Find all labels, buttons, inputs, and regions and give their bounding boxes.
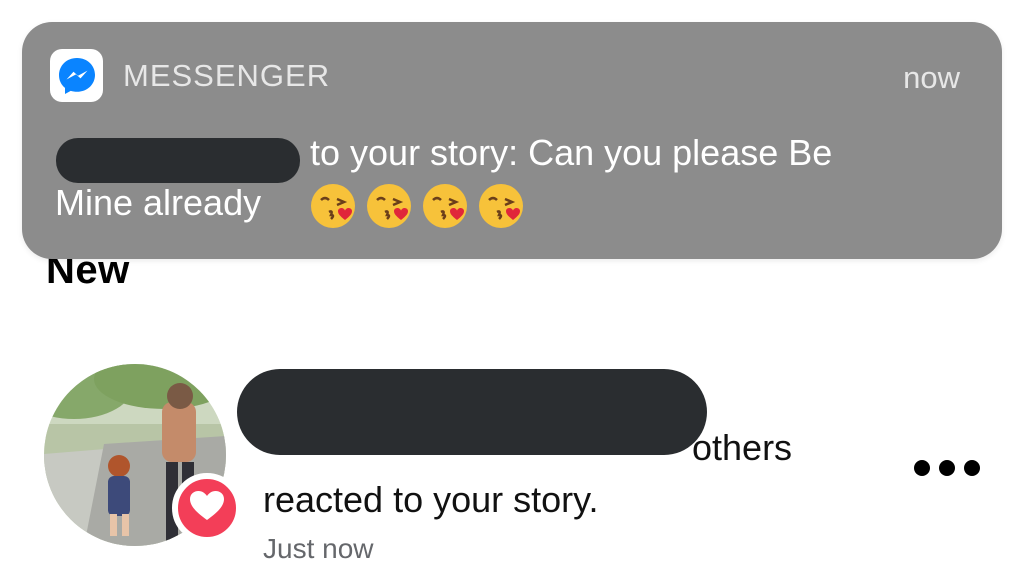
- notification-line-1: others: [692, 427, 793, 468]
- app-name-label: MESSENGER: [123, 58, 331, 93]
- heart-icon: [190, 490, 224, 526]
- message-line-1: to your story: Can you please Be: [310, 132, 833, 173]
- more-dot-icon: [964, 460, 980, 476]
- notification-list-item[interactable]: others reacted to your story. Just now: [0, 355, 1024, 574]
- notification-line-2: reacted to your story.: [263, 479, 599, 520]
- love-reaction-badge: [172, 473, 242, 543]
- notification-timestamp: Just now: [263, 533, 374, 564]
- kissing-face-emoji-icon: [367, 184, 411, 228]
- kissing-face-emoji-icon: [311, 184, 355, 228]
- messenger-notification-banner[interactable]: MESSENGER now to your story: Can you ple…: [22, 22, 1002, 259]
- more-dot-icon: [914, 460, 930, 476]
- redacted-sender-bar: [56, 138, 300, 183]
- kissing-face-emoji-icon: [479, 184, 523, 228]
- emoji-group: [309, 182, 525, 236]
- messenger-icon: [58, 57, 95, 94]
- message-line-2: Mine already: [55, 182, 262, 223]
- kissing-face-emoji-icon: [423, 184, 467, 228]
- more-options-button[interactable]: [914, 455, 980, 481]
- redacted-names-bar: [237, 369, 707, 455]
- more-dot-icon: [939, 460, 955, 476]
- messenger-app-icon: [50, 49, 103, 102]
- notification-time: now: [903, 60, 960, 95]
